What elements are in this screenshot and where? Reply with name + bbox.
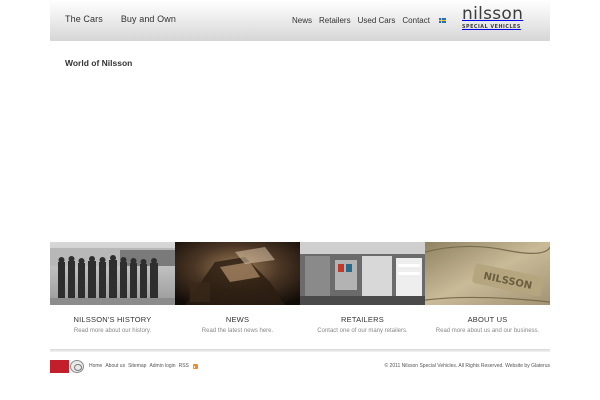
feature-about-us-description: Read more about us and our business. <box>435 328 540 334</box>
site-footer: Home About us Sitemap Admin login RSS © … <box>50 358 550 374</box>
feature-history[interactable]: NILSSON'S HISTORY Read more about our hi… <box>50 242 175 351</box>
logo-wordmark: nilsson <box>462 4 524 24</box>
certification-seal-icon <box>70 360 84 373</box>
certification-label <box>50 360 69 373</box>
top-nav: News Retailers Used Cars Contact <box>292 16 446 25</box>
nav-used-cars[interactable]: Used Cars <box>358 16 396 25</box>
feature-history-title: NILSSON'S HISTORY <box>73 315 152 324</box>
footer-link-about-us[interactable]: About us <box>105 363 125 369</box>
feature-news-description: Read the latest news here. <box>201 328 274 334</box>
feature-retailers-title: RETAILERS <box>341 315 384 324</box>
nav-retailers[interactable]: Retailers <box>319 16 351 25</box>
vehicle-interior-photo[interactable] <box>175 242 300 305</box>
logo-subtitle: SPECIAL VEHICLES <box>462 25 521 30</box>
main-nav: The Cars Buy and Own <box>65 14 176 24</box>
nav-the-cars[interactable]: The Cars <box>65 14 103 24</box>
nav-news[interactable]: News <box>292 16 312 25</box>
site-header: The Cars Buy and Own News Retailers Used… <box>50 0 550 41</box>
feature-history-description: Read more about our history. <box>73 328 152 334</box>
feature-about-us[interactable]: NILSSON ABOUT US Read more about us and … <box>425 242 550 351</box>
page: The Cars Buy and Own News Retailers Used… <box>50 0 550 400</box>
footer-link-home[interactable]: Home <box>89 363 102 369</box>
feature-news[interactable]: NEWS Read the latest news here. <box>175 242 300 351</box>
page-title: World of Nilsson <box>65 58 133 68</box>
footer-link-sitemap[interactable]: Sitemap <box>128 363 146 369</box>
feature-retailers-description: Contact one of our many retailers. <box>317 328 408 334</box>
nav-contact[interactable]: Contact <box>402 16 430 25</box>
leather-seat-photo[interactable]: NILSSON <box>425 242 550 305</box>
copyright-text: © 2011 Nilsson Special Vehicles. All Rig… <box>384 363 550 369</box>
footer-link-rss[interactable]: RSS <box>179 363 189 369</box>
footer-divider <box>50 349 550 352</box>
footer-links: Home About us Sitemap Admin login RSS <box>89 363 198 369</box>
feature-row: NILSSON'S HISTORY Read more about our hi… <box>50 242 550 351</box>
site-logo[interactable]: nilsson SPECIAL VEHICLES <box>462 5 534 33</box>
rss-icon[interactable] <box>192 363 198 369</box>
feature-retailers[interactable]: RETAILERS Contact one of our many retail… <box>300 242 425 351</box>
feature-news-title: NEWS <box>225 315 250 324</box>
feature-about-us-title: ABOUT US <box>467 315 508 324</box>
nav-buy-and-own[interactable]: Buy and Own <box>121 14 176 24</box>
certification-badge <box>50 360 84 373</box>
ambulance-interior-photo[interactable] <box>300 242 425 305</box>
historic-photo[interactable] <box>50 242 175 305</box>
footer-link-admin-login[interactable]: Admin login <box>149 363 175 369</box>
swedish-flag-icon[interactable] <box>438 18 446 23</box>
